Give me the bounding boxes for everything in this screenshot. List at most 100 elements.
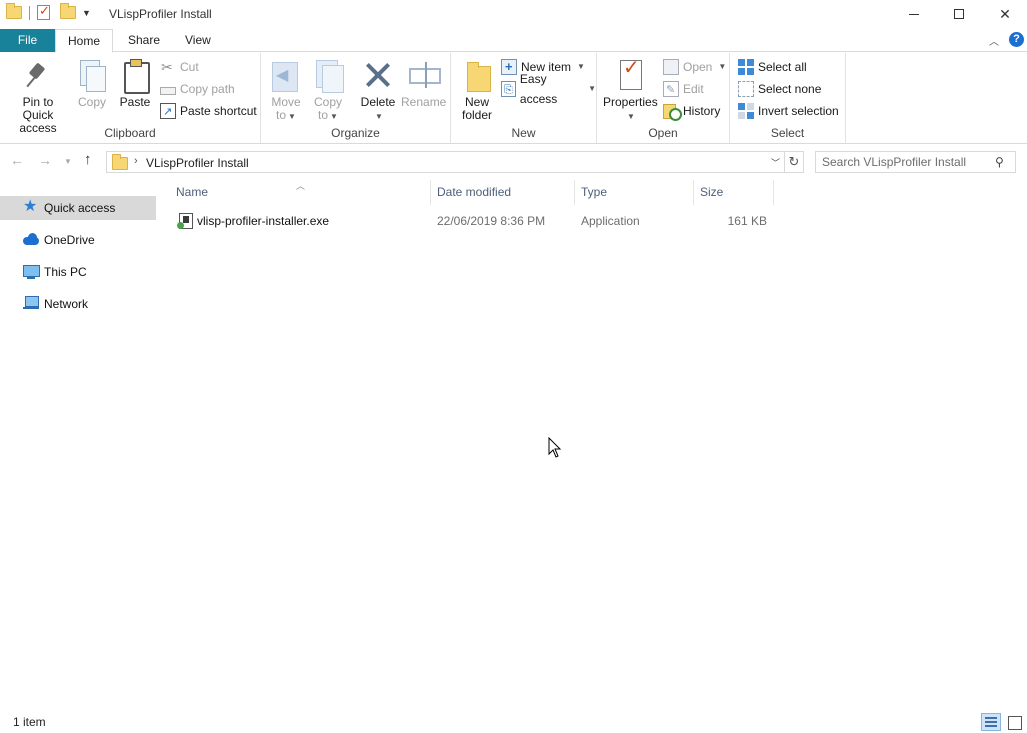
easy-access-button[interactable]: Easy access ▼ [501, 72, 596, 106]
new-folder-icon [461, 58, 493, 92]
invert-selection-button[interactable]: Invert selection [738, 101, 839, 121]
column-header-type[interactable]: Type [575, 180, 694, 205]
scissors-icon [160, 57, 176, 77]
nav-item-onedrive[interactable]: OneDrive [0, 228, 156, 252]
minimize-icon [909, 13, 919, 15]
folder-icon [6, 3, 22, 19]
network-icon [23, 296, 39, 312]
copy-button[interactable]: Copy [75, 58, 109, 109]
open-group: Properties ▼ Open ▼ Edit History Open [597, 53, 730, 143]
breadcrumb-chevron-icon[interactable]: › [134, 155, 138, 167]
properties-button[interactable]: Properties ▼ [603, 58, 658, 123]
pin-to-quick-access-button[interactable]: Pin to Quick access [6, 58, 70, 135]
column-header-label: Size [700, 185, 724, 199]
chevron-down-icon: ▼ [375, 112, 383, 121]
cut-button[interactable]: Cut [160, 57, 199, 77]
paste-button[interactable]: Paste [117, 58, 153, 109]
help-icon[interactable]: ? [1009, 32, 1024, 47]
refresh-button[interactable]: ↻ [784, 151, 804, 173]
copy-path-icon [160, 87, 176, 95]
pin-icon [22, 58, 54, 92]
nav-item-network[interactable]: Network [0, 292, 156, 316]
address-bar[interactable]: › VLispProfiler Install ﹀ [106, 151, 785, 173]
copy-path-button[interactable]: Copy path [160, 79, 235, 99]
open-button[interactable]: Open ▼ [663, 57, 726, 77]
maximize-icon [954, 9, 964, 19]
move-to-button[interactable]: Move to▼ [269, 58, 303, 123]
tab-share[interactable]: Share [115, 29, 173, 52]
title-bar: ▼ VLispProfiler Install ✕ [0, 0, 1027, 28]
up-arrow-icon[interactable]: ↑ [84, 151, 92, 168]
delete-icon [362, 58, 394, 92]
maximize-button[interactable] [936, 0, 982, 28]
rename-button[interactable]: Rename [401, 58, 446, 109]
large-icons-view-icon[interactable] [1004, 713, 1024, 731]
copy-to-label-line1: Copy [313, 95, 342, 109]
copy-to-label-line2: to [318, 108, 329, 122]
search-input[interactable] [822, 155, 992, 169]
nav-item-label: OneDrive [44, 233, 95, 247]
file-type: Application [581, 214, 640, 228]
select-all-button[interactable]: Select all [738, 57, 807, 77]
history-button[interactable]: History [663, 101, 720, 121]
address-dropdown-chevron-icon[interactable]: ﹀ [771, 156, 780, 169]
move-to-icon [270, 58, 302, 92]
folder-icon [112, 154, 128, 170]
tab-file[interactable]: File [0, 29, 55, 52]
breadcrumb[interactable]: VLispProfiler Install [146, 156, 249, 170]
customize-toolbar-chevron-icon[interactable]: ▼ [82, 8, 91, 18]
nav-item-this-pc[interactable]: This PC [0, 260, 156, 284]
chevron-down-icon: ▼ [718, 62, 727, 71]
new-folder-button[interactable]: New folder [459, 58, 495, 122]
column-header-date-modified[interactable]: Date modified [431, 180, 575, 205]
properties-icon[interactable] [37, 3, 50, 20]
organize-group: Move to▼ Copy to▼ Delete ▼ Rename Organi… [261, 53, 451, 143]
select-none-label: Select none [758, 82, 822, 96]
forward-arrow-icon[interactable]: → [38, 152, 52, 168]
select-group: Select all Select none Invert selection … [730, 53, 846, 143]
minimize-button[interactable] [891, 0, 937, 28]
search-box[interactable]: ⚲ [815, 151, 1016, 173]
clipboard-group-label: Clipboard [104, 126, 156, 140]
paste-shortcut-button[interactable]: Paste shortcut [160, 101, 257, 122]
recent-locations-chevron-icon[interactable]: ▼ [64, 157, 72, 166]
new-folder-icon[interactable] [60, 3, 76, 19]
status-bar: 1 item [0, 711, 1027, 733]
nav-item-label: Network [44, 297, 89, 311]
column-header-label: Date modified [437, 185, 512, 199]
details-view-icon[interactable] [981, 713, 1001, 731]
new-group-label: New [511, 126, 536, 140]
properties-icon [614, 58, 646, 92]
delete-button[interactable]: Delete ▼ [359, 58, 397, 123]
select-none-icon [738, 81, 754, 97]
tab-view[interactable]: View [172, 29, 224, 52]
move-label-line1: Move [271, 95, 301, 109]
easy-access-label: Easy access [519, 72, 558, 106]
back-arrow-icon[interactable]: ← [10, 152, 24, 168]
refresh-icon: ↻ [788, 154, 800, 169]
select-all-label: Select all [758, 60, 807, 74]
copy-label: Copy [77, 95, 106, 109]
window-title: VLispProfiler Install [109, 7, 212, 21]
invert-selection-icon [738, 103, 754, 119]
ribbon-tabs: File Home Share View [0, 29, 1027, 53]
collapse-ribbon-icon[interactable]: ︿ [989, 33, 999, 48]
edit-button[interactable]: Edit [663, 79, 704, 100]
nav-item-quick-access[interactable]: Quick access [0, 195, 156, 220]
ribbon: Pin to Quick access Copy Paste Cut Copy … [0, 53, 1027, 144]
close-button[interactable]: ✕ [982, 0, 1027, 28]
column-header-size[interactable]: Size [694, 180, 774, 205]
copy-to-button[interactable]: Copy to ▼ [311, 58, 345, 123]
select-all-icon [738, 59, 754, 75]
table-row[interactable]: vlisp-profiler-installer.exe 22/06/2019 … [170, 210, 774, 232]
close-icon: ✕ [999, 5, 1011, 22]
file-date-modified: 22/06/2019 8:36 PM [437, 214, 546, 228]
paste-shortcut-icon [160, 102, 176, 122]
tab-home[interactable]: Home [55, 29, 113, 53]
search-icon: ⚲ [995, 155, 1004, 169]
select-none-button[interactable]: Select none [738, 79, 821, 99]
open-icon [663, 59, 679, 75]
new-item-icon [501, 57, 517, 77]
column-header-name[interactable]: Name ︿ [170, 180, 431, 205]
invert-selection-label: Invert selection [758, 104, 839, 118]
